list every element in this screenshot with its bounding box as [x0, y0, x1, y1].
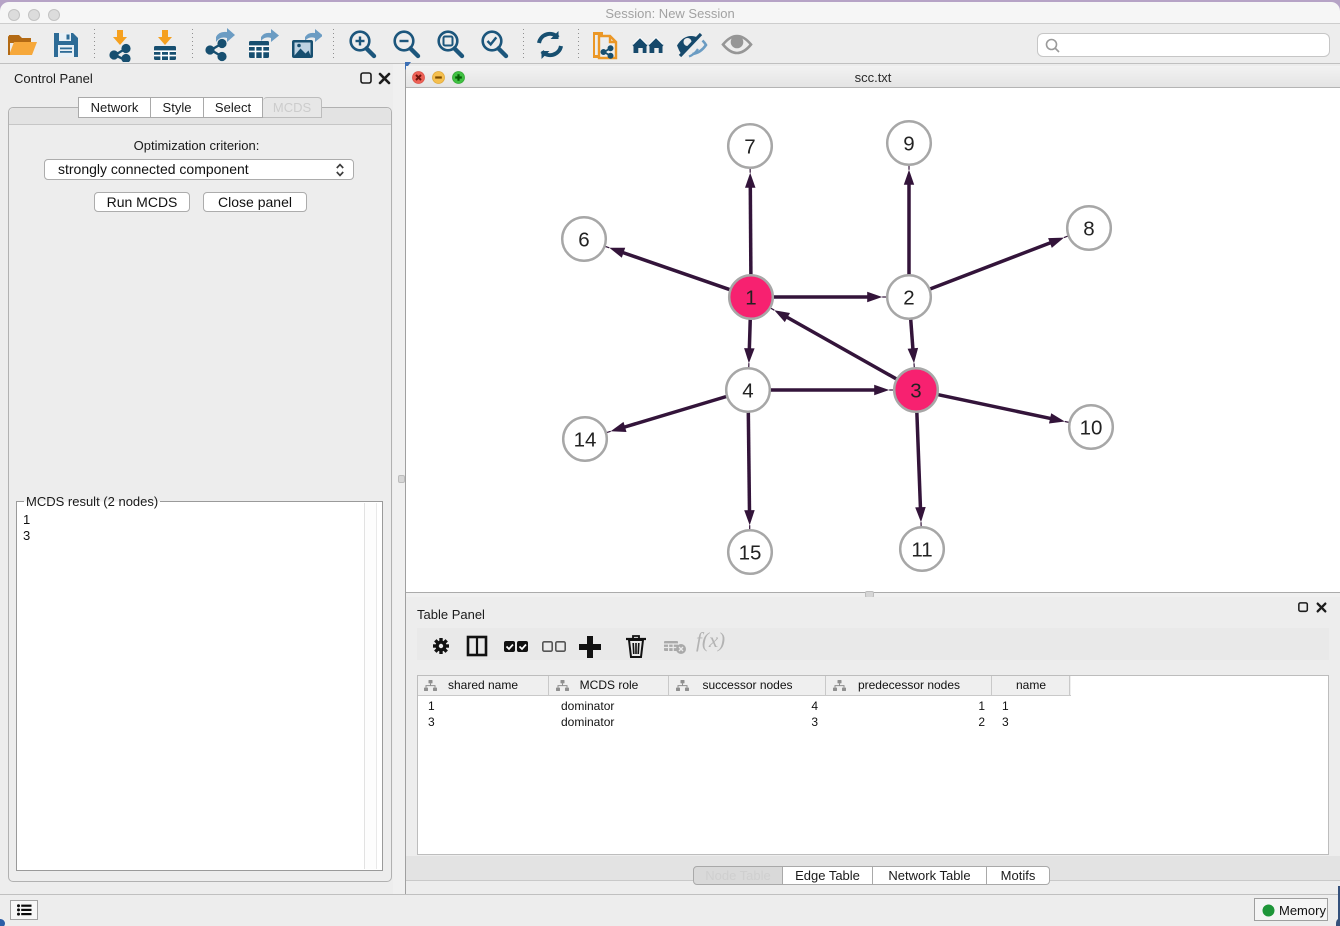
svg-text:1: 1	[745, 286, 756, 309]
svg-text:7: 7	[744, 135, 755, 158]
svg-text:6: 6	[578, 228, 589, 251]
svg-text:15: 15	[739, 541, 762, 564]
svg-text:2: 2	[903, 286, 914, 309]
svg-text:14: 14	[574, 428, 597, 451]
svg-text:9: 9	[903, 132, 914, 155]
svg-text:11: 11	[911, 538, 932, 561]
svg-text:8: 8	[1083, 217, 1094, 240]
svg-text:3: 3	[910, 379, 921, 402]
svg-text:4: 4	[742, 379, 753, 402]
svg-text:10: 10	[1080, 416, 1103, 439]
